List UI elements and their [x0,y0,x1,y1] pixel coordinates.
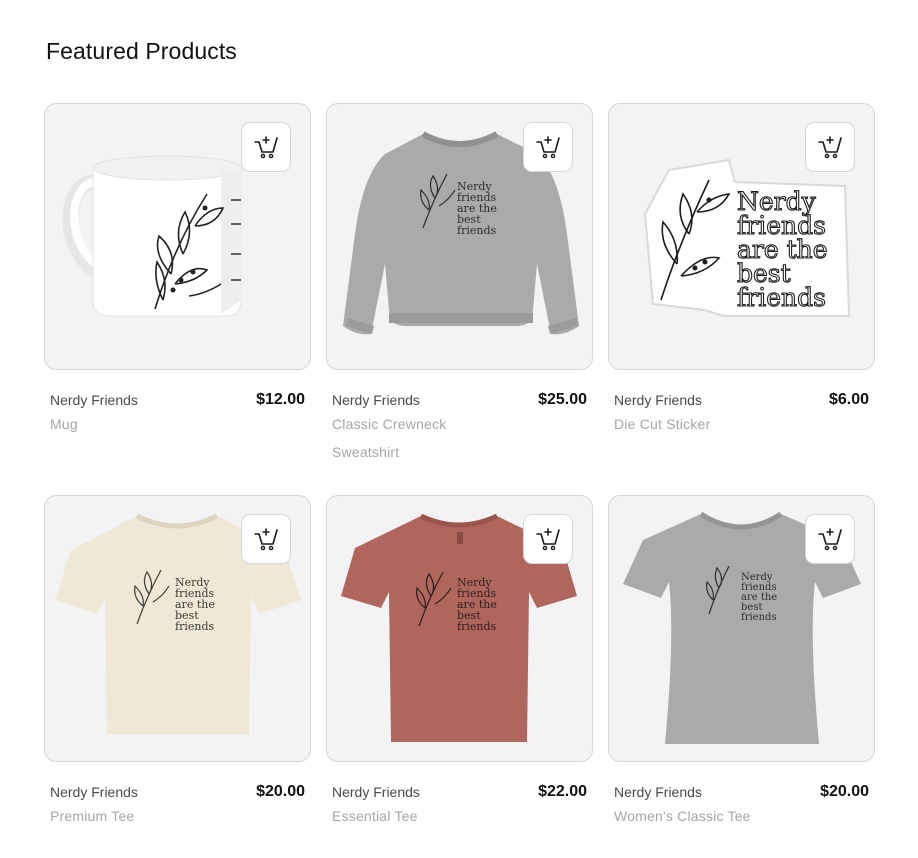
add-to-cart-icon [818,136,842,159]
product-meta: Nerdy Friends Mug $12.00 [44,390,311,438]
product-image[interactable]: Nerdy friends are the best friends [608,495,875,762]
add-to-cart-button[interactable] [241,514,291,564]
add-to-cart-icon [254,136,278,159]
product-type[interactable]: Die Cut Sticker [614,410,774,438]
product-price: $22.00 [538,783,587,800]
page-title: Featured Products [46,38,237,64]
add-to-cart-icon [254,528,278,551]
product-price: $20.00 [820,783,869,800]
product-meta: Nerdy Friends Premium Tee $20.00 [44,782,311,830]
product-image[interactable]: Nerdy friends are the best friends [608,103,875,370]
product-image[interactable]: Nerdy friends are the best friends [326,103,593,370]
add-to-cart-button[interactable] [805,514,855,564]
product-price: $20.00 [256,783,305,800]
product-card-premium-tee[interactable]: Nerdy friends are the best friends Nerdy Fri… [44,495,311,830]
add-to-cart-icon [536,136,560,159]
product-type[interactable]: Classic Crewneck Sweatshirt [332,410,492,466]
product-type[interactable]: Essential Tee [332,802,492,830]
product-image[interactable]: Nerdy friends are the best friends [44,495,311,762]
product-meta: Nerdy Friends Women's Classic Tee $20.00 [608,782,875,830]
product-meta: Nerdy Friends Die Cut Sticker $6.00 [608,390,875,438]
product-price: $25.00 [538,391,587,408]
add-to-cart-button[interactable] [805,122,855,172]
add-to-cart-button[interactable] [523,122,573,172]
product-card-crewneck-sweatshirt[interactable]: Nerdy friends are the best friends Nerdy Fri… [326,103,593,466]
svg-text:friends: friends [175,620,214,633]
product-type[interactable]: Premium Tee [50,802,210,830]
add-to-cart-icon [818,528,842,551]
svg-text:friends: friends [741,612,777,623]
svg-text:friends: friends [737,283,826,312]
product-card-womens-classic-tee[interactable]: Nerdy friends are the best friends Nerdy Fri… [608,495,875,830]
product-meta: Nerdy Friends Essential Tee $22.00 [326,782,593,830]
product-price: $6.00 [828,391,869,408]
svg-text:friends: friends [457,224,496,237]
add-to-cart-button[interactable] [523,514,573,564]
product-image[interactable]: Nerdy friends are the best friends [326,495,593,762]
add-to-cart-icon [536,528,560,551]
add-to-cart-button[interactable] [241,122,291,172]
product-card-mug[interactable]: Nerdy Friends Mug $12.00 [44,103,311,438]
svg-text:friends: friends [457,620,496,633]
product-price: $12.00 [256,391,305,408]
product-type[interactable]: Mug [50,410,210,438]
product-card-die-cut-sticker[interactable]: Nerdy friends are the best friends Nerdy Fri… [608,103,875,438]
product-meta: Nerdy Friends Classic Crewneck Sweatshir… [326,390,593,466]
product-type[interactable]: Women's Classic Tee [614,802,774,830]
product-image[interactable] [44,103,311,370]
product-card-essential-tee[interactable]: Nerdy friends are the best friends Nerdy Fri… [326,495,593,830]
